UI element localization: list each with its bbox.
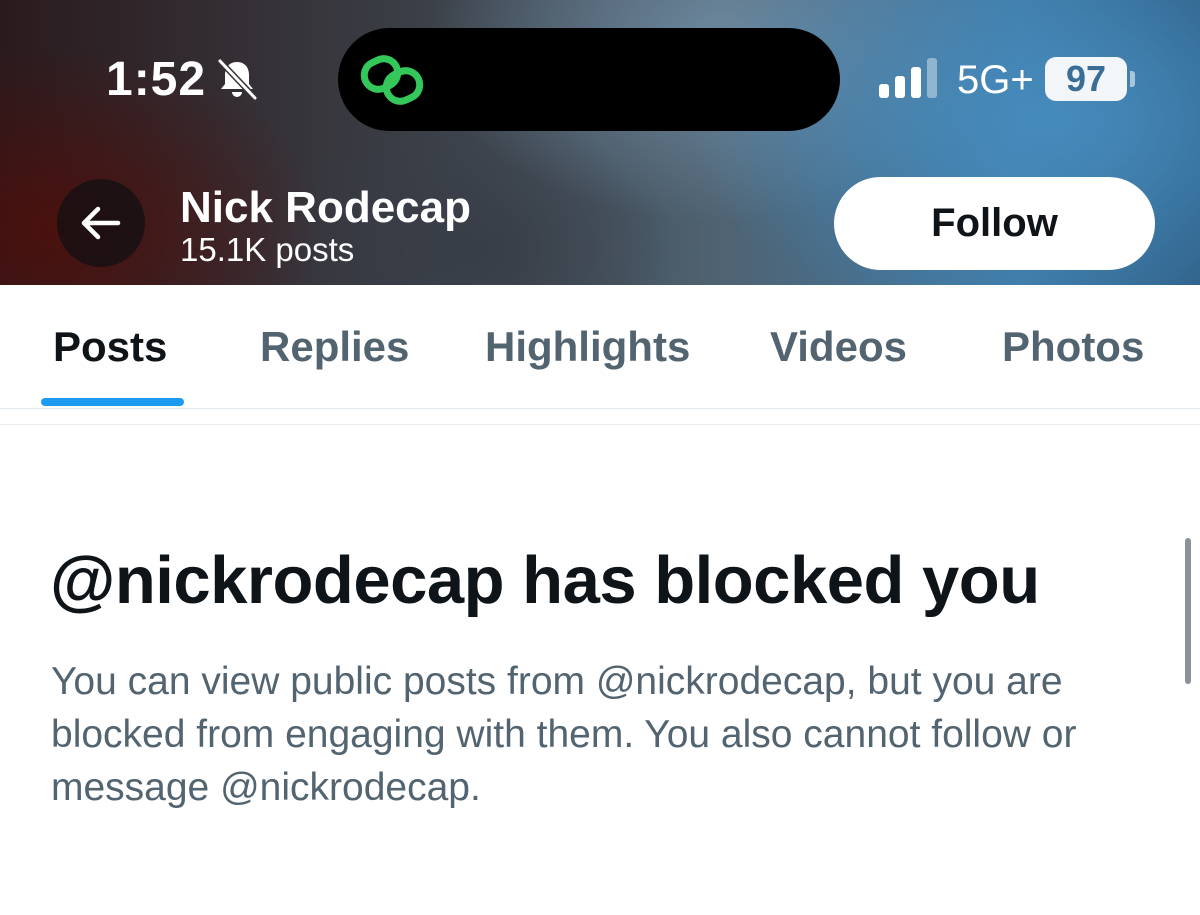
- tab-replies[interactable]: Replies: [260, 321, 409, 373]
- battery-cap: [1130, 71, 1135, 87]
- profile-tabs: Posts Replies Highlights Videos Photos: [0, 285, 1200, 409]
- battery-icon: 97: [1045, 57, 1135, 101]
- battery-body: 97: [1045, 57, 1127, 101]
- tab-posts[interactable]: Posts: [53, 321, 167, 373]
- post-count: 15.1K posts: [180, 231, 355, 268]
- blocked-title: @nickrodecap has blocked you: [50, 543, 1040, 618]
- blocked-description: You can view public posts from @nickrode…: [51, 660, 1077, 809]
- back-button[interactable]: [57, 179, 145, 267]
- tab-photos[interactable]: Photos: [1002, 321, 1144, 373]
- scrollbar[interactable]: [1185, 538, 1191, 684]
- arrow-left-icon: [81, 206, 121, 240]
- content-divider: [0, 424, 1200, 425]
- profile-screen: 1:52 5G+ 97 Nick Rodecap 15.1K posts Fol…: [0, 0, 1200, 915]
- profile-header-banner: 1:52 5G+ 97 Nick Rodecap 15.1K posts Fol…: [0, 0, 1200, 285]
- tab-highlights[interactable]: Highlights: [485, 321, 690, 373]
- follow-button[interactable]: Follow: [834, 177, 1155, 270]
- tab-videos[interactable]: Videos: [770, 321, 907, 373]
- signal-icon: [879, 58, 937, 98]
- battery-level: 97: [1065, 58, 1107, 99]
- status-time: 1:52: [106, 53, 207, 106]
- bell-muted-icon: [217, 58, 258, 101]
- active-tab-indicator: [41, 398, 184, 406]
- network-type: 5G+: [957, 58, 1034, 102]
- link-icon: [360, 55, 424, 105]
- profile-name: Nick Rodecap: [180, 183, 471, 232]
- tabs-divider: [0, 408, 1200, 409]
